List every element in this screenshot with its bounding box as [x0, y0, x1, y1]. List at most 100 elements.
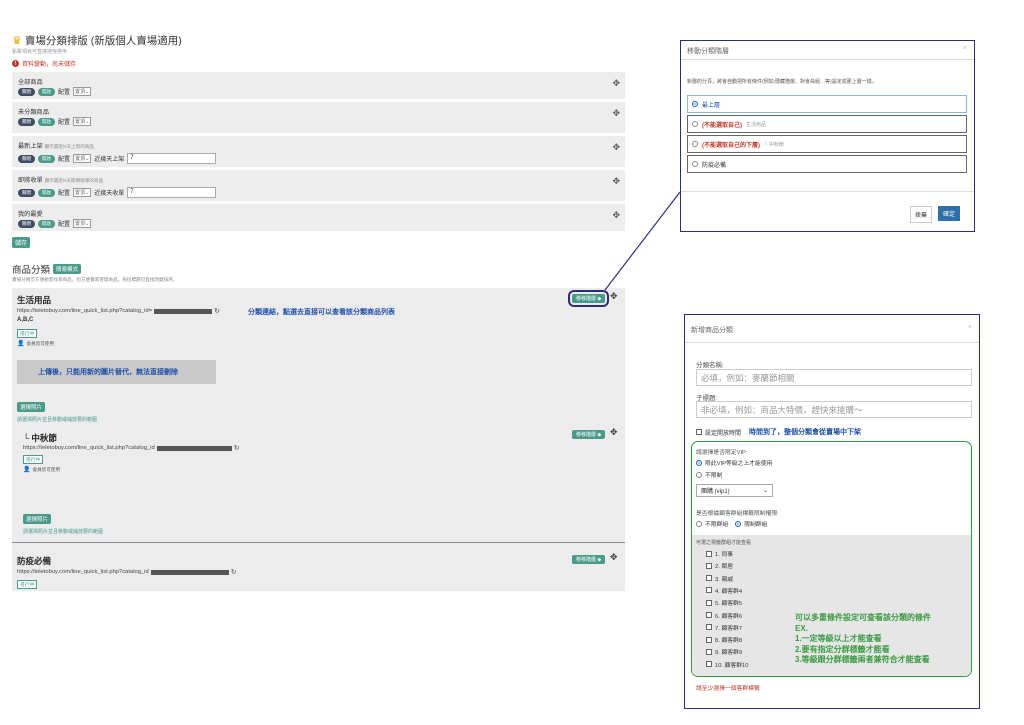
radio[interactable] [696, 471, 702, 478]
radio-selected[interactable] [692, 101, 698, 107]
refresh-icon[interactable]: ↻ [234, 444, 240, 452]
group-checkbox[interactable] [706, 599, 712, 606]
radio[interactable] [692, 161, 698, 167]
group-checkbox-item[interactable]: 3. 親戚 [706, 574, 733, 583]
drag-move-icon[interactable]: ✥ [612, 108, 620, 119]
radio-selected[interactable] [735, 520, 742, 527]
close-icon[interactable]: × [968, 324, 972, 331]
config-select[interactable]: 置頂 ⌄ [73, 154, 92, 163]
group-checkbox-item[interactable]: 5. 顧客群5 [706, 598, 742, 607]
group-checkbox[interactable] [706, 587, 712, 594]
cancel-button[interactable]: 捨棄 [910, 206, 933, 223]
radio[interactable] [696, 520, 702, 527]
simple-mode-button[interactable]: 簡易模式 [53, 264, 82, 274]
confirm-button[interactable]: 確定 [938, 206, 961, 221]
show-button[interactable]: 開啟 [38, 188, 55, 197]
subtitle-input[interactable]: 非必填，例如：商品大特價，趕快來搶購～ [696, 401, 972, 418]
group-checkbox-item[interactable]: 1. 同事 [706, 549, 733, 558]
choose-photo-hint: 請選擇照片並且移動或縮放要的範圍 [23, 529, 104, 535]
group-checkbox[interactable] [706, 636, 712, 643]
show-button[interactable]: 開啟 [38, 219, 55, 228]
group-checkbox-item[interactable]: 7. 顧客群7 [706, 623, 742, 632]
drag-move-icon[interactable]: ✥ [612, 78, 620, 89]
hide-button[interactable]: 關閉 [18, 87, 35, 96]
sort-box-controls: 關閉 開啟 配置 置頂 ⌄ [18, 87, 92, 96]
config-select[interactable]: 置頂 ⌄ [73, 188, 92, 197]
category-item[interactable]: 防疫必備 https://teletobuy.com/line_quick_li… [12, 546, 625, 591]
hide-button[interactable]: 關閉 [18, 154, 35, 163]
show-button[interactable]: 開啟 [38, 117, 55, 126]
days-input[interactable]: 7 [127, 187, 217, 198]
close-icon[interactable]: × [963, 45, 967, 52]
group-checkbox[interactable] [706, 575, 712, 582]
category-item[interactable]: └ 中秋節 https://teletobuy.com/line_quick_l… [12, 426, 625, 541]
drag-move-icon[interactable]: ✥ [612, 176, 620, 187]
vip-option-limited[interactable]: 限此VIP等級之上才能使用 [696, 458, 772, 467]
hide-button[interactable]: 關閉 [18, 188, 35, 197]
divider [12, 542, 625, 543]
vip-option-unlimited[interactable]: 不限制 [696, 470, 722, 479]
drag-move-icon[interactable]: ✥ [612, 142, 620, 153]
vip-level-select[interactable]: 團購 (vip1) ⌄ [696, 484, 773, 497]
schedule-checkbox[interactable] [696, 429, 702, 435]
radio-selected[interactable] [696, 459, 702, 466]
category-url[interactable]: https://teletobuy.com/line_quick_list.ph… [17, 307, 220, 315]
exclamation-icon: ! [12, 60, 19, 67]
category-name-input[interactable]: 必填，例如：麥蘭節相關 [696, 369, 972, 386]
group-checkbox[interactable] [706, 624, 712, 631]
drag-move-icon[interactable]: ✥ [610, 552, 618, 563]
option-top-level[interactable]: 最上層 [687, 95, 967, 113]
days-input[interactable]: 7 [127, 153, 217, 164]
group-checkbox-item[interactable]: 10. 顧客群10 [706, 660, 749, 669]
group-checkbox-item[interactable]: 8. 顧客群8 [706, 635, 742, 644]
schedule-row[interactable]: 設定開放時間 時間到了，整個分類會從賣場中下架 [696, 427, 861, 437]
group-checkbox-item[interactable]: 6. 顧客群6 [706, 611, 742, 620]
drag-move-icon[interactable]: ✥ [612, 210, 620, 221]
user-icon: 👤 [17, 341, 25, 347]
group-checkbox-item[interactable]: 4. 顧客群4 [706, 586, 742, 595]
config-select[interactable]: 置頂 ⌄ [73, 117, 92, 126]
sort-box[interactable]: 即將收單 顯示最近N天即將收單的商品 關閉 開啟 配置 置頂 ⌄ 近幾天收單 7 ✥ [12, 170, 625, 203]
hide-button[interactable]: 關閉 [18, 219, 35, 228]
hide-button[interactable]: 關閉 [18, 117, 35, 126]
page-title: ♛ 賣場分類排版 (新版個人賣場適用) [12, 33, 182, 48]
config-select[interactable]: 置頂 ⌄ [73, 87, 92, 96]
refresh-icon[interactable]: ↻ [231, 568, 237, 576]
save-button[interactable]: 儲存 [12, 237, 31, 248]
permission-text: 👤 會員皆可使用 [17, 340, 55, 348]
category-item[interactable]: 生活用品 https://teletobuy.com/line_quick_li… [12, 288, 625, 436]
category-url[interactable]: https://teletobuy.com/line_quick_list.ph… [17, 568, 237, 576]
drag-move-icon[interactable]: ✥ [610, 427, 618, 438]
modal-footer-divider [681, 191, 974, 192]
show-button[interactable]: 開啟 [38, 154, 55, 163]
group-checkbox[interactable] [706, 661, 712, 668]
option-child-disabled: (不能選取自己的下層) └ 中秋節 [687, 135, 967, 153]
group-required-warning: 請至少選擇一個客群標籤 [696, 686, 760, 692]
modal-description: 新層的分頁，將會自動把所有條件(例如:隱藏階層、對會員組…等)設定成那上層一樣。 [687, 79, 877, 85]
sort-box[interactable]: 未分類商品 關閉 開啟 配置 置頂 ⌄ ✥ [12, 102, 625, 135]
sort-box[interactable]: 我的最愛 關閉 開啟 配置 置頂 ⌄ ✥ [12, 204, 625, 233]
crown-icon: ♛ [12, 35, 22, 47]
sort-box[interactable]: 全部商品 關閉 開啟 配置 置頂 ⌄ ✥ [12, 72, 625, 101]
category-url[interactable]: https://teletobuy.com/line_quick_list.ph… [23, 444, 240, 452]
group-checkbox-item[interactable]: 2. 鄰居 [706, 561, 733, 570]
move-level-button[interactable]: 移移階層 ◆ [567, 290, 610, 307]
show-button[interactable]: 開啟 [38, 87, 55, 96]
unsaved-warning-text: 資料變動，尚未儲存 [22, 62, 77, 68]
choose-photo-button[interactable]: 選擇照片 [23, 514, 52, 524]
config-select[interactable]: 置頂 ⌄ [73, 219, 92, 228]
group-checkbox-item[interactable]: 9. 顧客群9 [706, 647, 742, 656]
sort-box[interactable]: 最新上架 顯示最近N天上架的商品 關閉 開啟 配置 置頂 ⌄ 近幾天上架 7 ✥ [12, 136, 625, 169]
move-level-button[interactable]: 移移階層 ◆ [572, 555, 606, 564]
drag-move-icon[interactable]: ✥ [610, 291, 618, 302]
group-checkbox[interactable] [706, 550, 712, 557]
group-checkbox[interactable] [706, 648, 712, 655]
choose-photo-button[interactable]: 選擇照片 [17, 402, 46, 412]
chevron-down-icon: ⌄ [85, 155, 90, 162]
group-checkbox[interactable] [706, 562, 712, 569]
category-code: A,B,C [17, 317, 34, 323]
option-epidemic[interactable]: 防疫必備 [687, 155, 967, 173]
move-level-button[interactable]: 移移階層 ◆ [572, 430, 606, 439]
group-checkbox[interactable] [706, 612, 712, 618]
refresh-icon[interactable]: ↻ [214, 307, 220, 315]
